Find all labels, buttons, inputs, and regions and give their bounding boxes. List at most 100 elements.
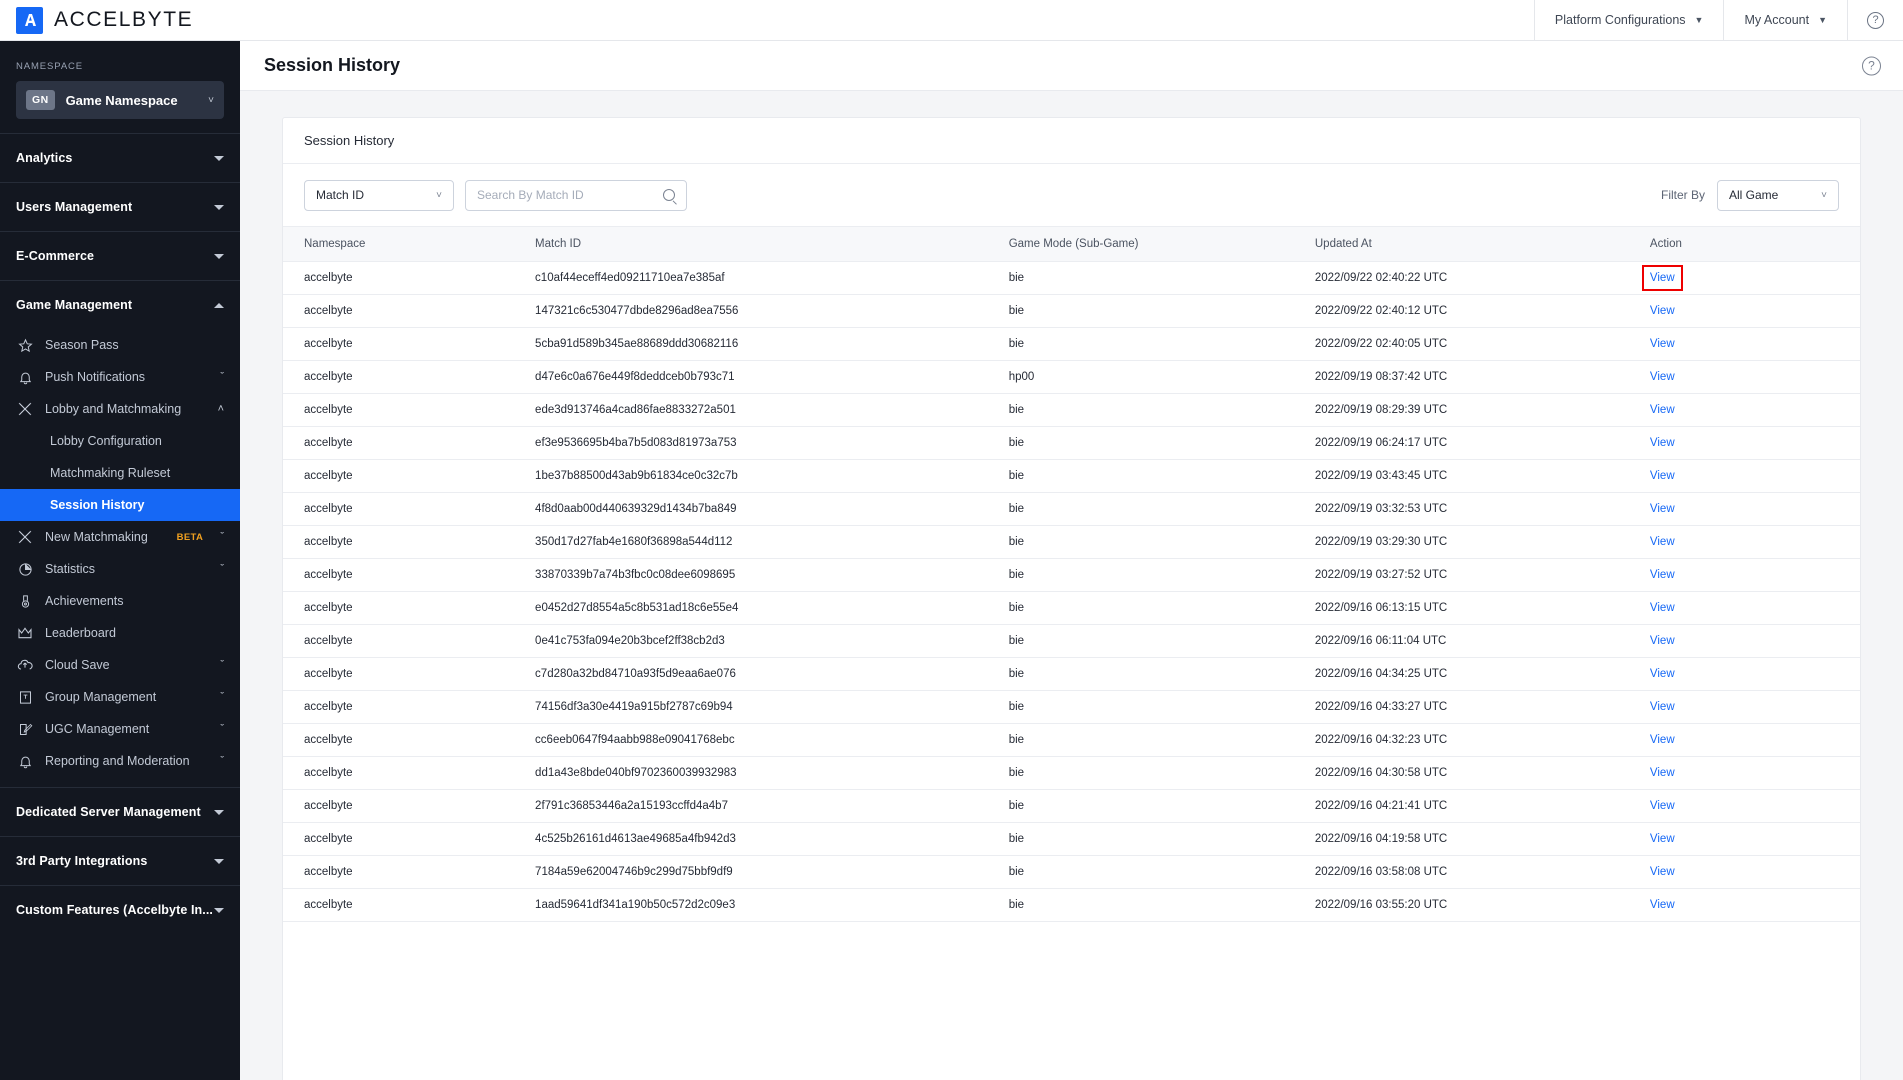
- table-row: accelbyte 5cba91d589b345ae88689ddd3068211…: [283, 327, 1860, 361]
- sidebar-item-label: New Matchmaking: [45, 530, 148, 544]
- cell-match-id: 1be37b88500d43ab9b61834ce0c32c7b: [514, 459, 988, 493]
- my-account-menu[interactable]: My Account ▼: [1723, 0, 1847, 41]
- filter-label: Filter By: [1660, 188, 1705, 202]
- cell-game-mode: hp00: [987, 360, 1294, 394]
- sidebar-group-custom-features[interactable]: Custom Features (Accelbyte In...: [0, 885, 240, 934]
- view-link[interactable]: View: [1650, 503, 1675, 515]
- search-input[interactable]: [477, 188, 663, 202]
- table-row: accelbyte 7184a59e62004746b9c299d75bbf9df…: [283, 855, 1860, 889]
- sidebar-item-session-history[interactable]: Session History: [0, 489, 240, 521]
- sidebar-group-label: E-Commerce: [16, 249, 95, 263]
- view-link[interactable]: View: [1650, 470, 1675, 482]
- sidebar-item-matchmaking-ruleset[interactable]: Matchmaking Ruleset: [0, 457, 240, 489]
- table-row: accelbyte 74156df3a30e4419a915bf2787c69b9…: [283, 690, 1860, 724]
- table-row: accelbyte 2f791c36853446a2a15193ccffd4a4b…: [283, 789, 1860, 823]
- cell-namespace: accelbyte: [283, 459, 515, 493]
- search-box[interactable]: [465, 179, 687, 211]
- sidebar-item-new-matchmaking[interactable]: New Matchmaking BETA ˇ: [0, 521, 240, 553]
- cell-namespace: accelbyte: [283, 723, 515, 757]
- view-link[interactable]: View: [1650, 668, 1675, 680]
- cell-action: View: [1628, 822, 1860, 856]
- sidebar-item-ugc-management[interactable]: UGC Management ˇ: [0, 713, 240, 745]
- platform-configurations-menu[interactable]: Platform Configurations ▼: [1533, 0, 1724, 41]
- sidebar-item-reporting-and-moderation[interactable]: Reporting and Moderation ˇ: [0, 745, 240, 777]
- sidebar-group-analytics[interactable]: Analytics: [0, 133, 240, 182]
- chevron-down-icon: ▼: [1818, 14, 1827, 25]
- view-link[interactable]: View: [1650, 338, 1675, 350]
- sidebar-item-statistics[interactable]: Statistics ˇ: [0, 553, 240, 585]
- cell-updated-at: 2022/09/22 02:40:05 UTC: [1293, 327, 1629, 361]
- namespace-badge: GN: [26, 90, 55, 110]
- table-row: accelbyte 4c525b26161d4613ae49685a4fb942d…: [283, 822, 1860, 856]
- sidebar-item-lobby-configuration[interactable]: Lobby Configuration: [0, 425, 240, 457]
- view-link[interactable]: View: [1650, 602, 1675, 614]
- help-button[interactable]: ?: [1847, 0, 1903, 41]
- sidebar-item-cloud-save[interactable]: Cloud Save ˇ: [0, 649, 240, 681]
- chevron-down-icon: ˇ: [220, 755, 224, 767]
- cell-game-mode: bie: [987, 261, 1294, 295]
- cell-action: View: [1628, 723, 1860, 757]
- sidebar-item-group-management[interactable]: Group Management ˇ: [0, 681, 240, 713]
- sidebar-subitem-label: Matchmaking Ruleset: [50, 466, 171, 480]
- namespace-value: Game Namespace: [65, 92, 178, 108]
- view-link[interactable]: View: [1650, 767, 1675, 779]
- table-row: accelbyte 33870339b7a74b3fbc0c08dee609869…: [283, 558, 1860, 592]
- sidebar-item-achievements[interactable]: Achievements: [0, 585, 240, 617]
- cell-match-id: 74156df3a30e4419a915bf2787c69b94: [514, 690, 988, 724]
- search-icon[interactable]: [663, 189, 675, 201]
- view-link[interactable]: View: [1650, 536, 1675, 548]
- triangle-down-icon: [214, 907, 224, 913]
- cell-match-id: 2f791c36853446a2a15193ccffd4a4b7: [514, 789, 988, 823]
- cell-action: View: [1628, 360, 1860, 394]
- cell-action: View: [1628, 888, 1860, 922]
- column-header-namespace: Namespace: [283, 226, 515, 262]
- view-link[interactable]: View: [1650, 272, 1675, 284]
- sidebar-group-dedicated-server-management[interactable]: Dedicated Server Management: [0, 787, 240, 836]
- filter-select[interactable]: All Game ˅: [1717, 179, 1839, 211]
- sidebar-group-e-commerce[interactable]: E-Commerce: [0, 231, 240, 280]
- view-link[interactable]: View: [1650, 305, 1675, 317]
- view-link[interactable]: View: [1650, 866, 1675, 878]
- sidebar-item-season-pass[interactable]: Season Pass: [0, 329, 240, 361]
- sidebar-group-game-management[interactable]: Game Management: [0, 280, 240, 329]
- bell-icon: [16, 752, 34, 770]
- sidebar-group-3rd-party-integrations[interactable]: 3rd Party Integrations: [0, 836, 240, 885]
- cell-game-mode: bie: [987, 525, 1294, 559]
- cell-game-mode: bie: [987, 888, 1294, 922]
- view-link[interactable]: View: [1650, 701, 1675, 713]
- triangle-up-icon: [214, 302, 224, 308]
- view-link[interactable]: View: [1650, 734, 1675, 746]
- sidebar-item-push-notifications[interactable]: Push Notifications ˇ: [0, 361, 240, 393]
- sidebar-item-label: Reporting and Moderation: [45, 754, 190, 768]
- search-field-select[interactable]: Match ID ˅: [304, 179, 454, 211]
- view-link[interactable]: View: [1650, 404, 1675, 416]
- sidebar-subitem-label: Session History: [50, 498, 145, 512]
- help-circle-icon: ?: [1867, 11, 1884, 29]
- namespace-selector[interactable]: GN Game Namespace ˅: [16, 81, 224, 119]
- cell-game-mode: bie: [987, 690, 1294, 724]
- view-link[interactable]: View: [1650, 569, 1675, 581]
- page-help-button[interactable]: ?: [1862, 56, 1881, 75]
- view-link[interactable]: View: [1650, 833, 1675, 845]
- view-link[interactable]: View: [1650, 437, 1675, 449]
- cell-updated-at: 2022/09/16 06:11:04 UTC: [1293, 624, 1629, 658]
- sidebar-item-label: UGC Management: [45, 722, 150, 736]
- sidebar-item-lobby-and-matchmaking[interactable]: Lobby and Matchmaking ˄: [0, 393, 240, 425]
- view-link[interactable]: View: [1650, 899, 1675, 911]
- view-link[interactable]: View: [1650, 635, 1675, 647]
- cell-game-mode: bie: [987, 624, 1294, 658]
- sidebar-group-users-management[interactable]: Users Management: [0, 182, 240, 231]
- sidebar-item-label: Push Notifications: [45, 370, 146, 384]
- cell-namespace: accelbyte: [283, 426, 515, 460]
- view-link[interactable]: View: [1650, 800, 1675, 812]
- cell-action: View: [1628, 690, 1860, 724]
- top-bar: ACCELBYTE Platform Configurations ▼ My A…: [0, 0, 1903, 41]
- sidebar-group-label: Analytics: [16, 151, 73, 165]
- table-header: Namespace Match ID Game Mode (Sub-Game) …: [283, 226, 1860, 262]
- view-link[interactable]: View: [1650, 371, 1675, 383]
- cell-game-mode: bie: [987, 855, 1294, 889]
- platform-configurations-label: Platform Configurations: [1554, 13, 1686, 27]
- cell-updated-at: 2022/09/19 03:32:53 UTC: [1293, 492, 1629, 526]
- sidebar-item-leaderboard[interactable]: Leaderboard: [0, 617, 240, 649]
- cell-namespace: accelbyte: [283, 327, 515, 361]
